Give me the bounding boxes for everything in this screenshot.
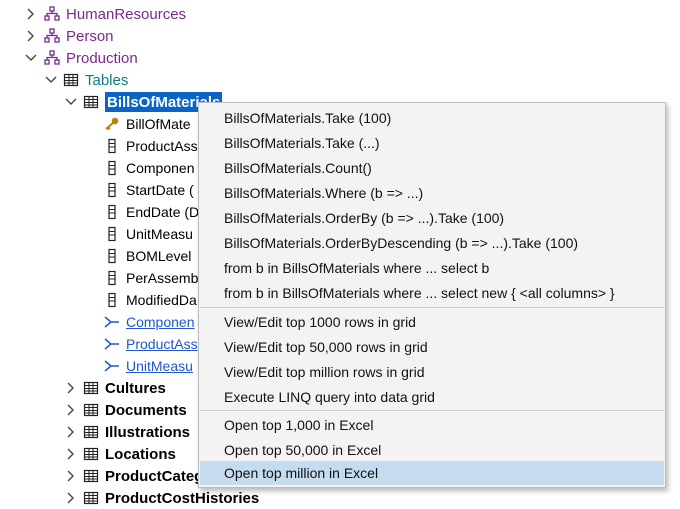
column-icon [108,248,116,264]
column-icon [108,292,116,308]
relation-link[interactable]: ProductAss [126,336,198,352]
tree-node-tables-folder[interactable]: Tables [44,69,128,91]
tree-node-table[interactable]: ProductCostHistories [64,487,259,509]
column-item[interactable]: EndDate (D [104,201,199,223]
chevron-down-icon[interactable] [24,51,38,65]
column-item[interactable]: StartDate ( [104,179,194,201]
table-label: Documents [105,401,187,419]
chevron-down-icon[interactable] [64,95,78,109]
tree-node-humanresources[interactable]: HumanResources [24,3,186,25]
chevron-right-icon[interactable] [64,425,78,439]
table-label: Locations [105,445,176,463]
relation-link[interactable]: Componen [126,314,195,330]
column-label: BOMLevel [126,248,192,264]
menu-item-view-edit-50000[interactable]: View/Edit top 50,000 rows in grid [200,335,664,359]
tree-node-table[interactable]: Locations [64,443,176,465]
menu-item-take-custom[interactable]: BillsOfMaterials.Take (...) [200,131,664,155]
column-item[interactable]: UnitMeasu [104,223,193,245]
column-icon [108,204,116,220]
column-label: ProductAss [126,138,198,154]
relation-item[interactable]: ProductAss [104,333,198,355]
schema-icon [44,50,60,65]
tree-node-table[interactable]: Cultures [64,377,166,399]
chevron-right-icon[interactable] [24,7,38,21]
chevron-right-icon[interactable] [64,469,78,483]
relation-link[interactable]: UnitMeasu [126,358,193,374]
column-icon [108,226,116,242]
table-icon [83,491,99,505]
menu-item-excel-million[interactable]: Open top million in Excel [200,461,664,485]
menu-separator [200,410,664,411]
column-label: PerAssemb [126,270,199,286]
table-label: ProductCostHistories [105,489,260,507]
table-icon [63,73,79,87]
menu-item-excel-1000[interactable]: Open top 1,000 in Excel [200,413,664,437]
chevron-right-icon[interactable] [64,403,78,417]
table-icon [83,469,99,483]
tree-node-label: Tables [85,71,129,89]
chevron-down-icon[interactable] [44,73,58,87]
schema-icon [44,6,60,21]
menu-item-excel-50000[interactable]: Open top 50,000 in Excel [200,438,664,462]
menu-item-view-edit-million[interactable]: View/Edit top million rows in grid [200,360,664,384]
menu-item-execute-linq-grid[interactable]: Execute LINQ query into data grid [200,385,664,409]
tree-node-label: HumanResources [66,5,187,23]
chevron-right-icon[interactable] [64,447,78,461]
column-label: BillOfMate [126,116,191,132]
table-icon [83,95,99,109]
menu-item-count[interactable]: BillsOfMaterials.Count() [200,156,664,180]
column-label: StartDate ( [126,182,194,198]
column-item[interactable]: BOMLevel [104,245,191,267]
chevron-right-icon[interactable] [24,29,38,43]
column-icon [108,138,116,154]
menu-item-orderbydescending[interactable]: BillsOfMaterials.OrderByDescending (b =>… [200,231,664,255]
tree-node-person[interactable]: Person [24,25,114,47]
column-icon [108,160,116,176]
schema-icon [44,28,60,43]
relation-arrow-icon [104,316,119,328]
column-label: Componen [126,160,195,176]
table-icon [83,425,99,439]
tree-node-table[interactable]: Documents [64,399,187,421]
menu-separator [200,307,664,308]
relation-arrow-icon [104,338,119,350]
tree-node-table[interactable]: ProductCateg [64,465,203,487]
tree-node-table[interactable]: Illustrations [64,421,190,443]
relation-arrow-icon [104,360,119,372]
column-item[interactable]: Componen [104,157,195,179]
table-icon [83,403,99,417]
table-icon [83,381,99,395]
context-menu: BillsOfMaterials.Take (100) BillsOfMater… [198,102,666,488]
column-item[interactable]: BillOfMate [104,113,191,135]
menu-item-query-select[interactable]: from b in BillsOfMaterials where ... sel… [200,256,664,280]
column-label: ModifiedDa [126,292,197,308]
table-label: Cultures [105,379,166,397]
column-item[interactable]: PerAssemb [104,267,198,289]
column-item[interactable]: ProductAss [104,135,198,157]
tree-node-production[interactable]: Production [24,47,138,69]
chevron-right-icon[interactable] [64,381,78,395]
relation-item[interactable]: Componen [104,311,195,333]
tree-node-label: Person [66,27,114,45]
column-label: EndDate (D [126,204,200,220]
menu-item-orderby[interactable]: BillsOfMaterials.OrderBy (b => ...).Take… [200,206,664,230]
menu-item-query-select-new[interactable]: from b in BillsOfMaterials where ... sel… [200,281,664,305]
menu-item-take-100[interactable]: BillsOfMaterials.Take (100) [200,106,664,130]
chevron-right-icon[interactable] [64,491,78,505]
column-icon [108,270,116,286]
table-label: ProductCateg [105,467,204,485]
table-label: Illustrations [105,423,191,441]
table-icon [83,447,99,461]
relation-item[interactable]: UnitMeasu [104,355,193,377]
menu-item-view-edit-1000[interactable]: View/Edit top 1000 rows in grid [200,310,664,334]
primary-key-icon [105,117,119,131]
column-label: UnitMeasu [126,226,193,242]
column-icon [108,182,116,198]
column-item[interactable]: ModifiedDa [104,289,197,311]
menu-item-where[interactable]: BillsOfMaterials.Where (b => ...) [200,181,664,205]
tree-node-label: Production [66,49,138,67]
